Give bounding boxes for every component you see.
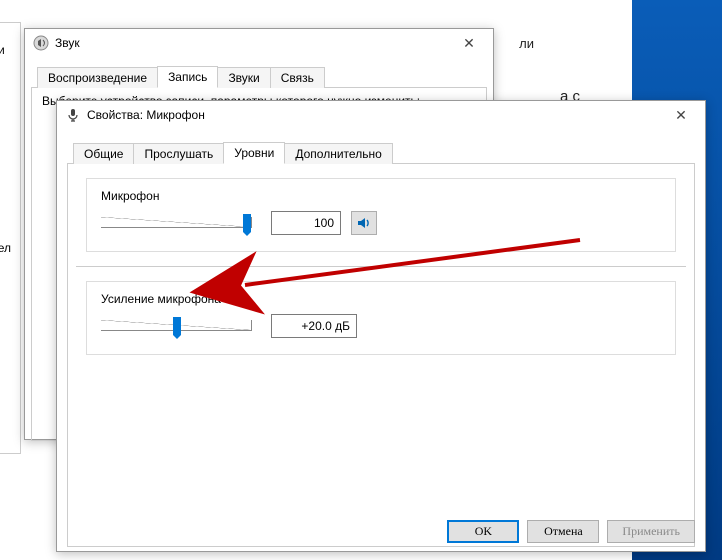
ok-button[interactable]: OK: [447, 520, 519, 543]
mic-level-value[interactable]: [271, 211, 341, 235]
tab-listen[interactable]: Прослушать: [133, 143, 224, 164]
mic-properties-window: Свойства: Микрофон ✕ Общие Прослушать Ур…: [56, 100, 706, 552]
mic-level-label: Микрофон: [101, 189, 661, 203]
apply-button[interactable]: Применить: [607, 520, 695, 543]
sound-tabs: Воспроизведение Запись Звуки Связь: [31, 65, 487, 88]
mic-props-tabs: Общие Прослушать Уровни Дополнительно: [67, 141, 695, 164]
background-page-fragment: и ател: [0, 22, 21, 454]
dialog-buttons: OK Отмена Применить: [447, 520, 695, 543]
mic-boost-group: Усиление микрофона: [86, 281, 676, 355]
cancel-button[interactable]: Отмена: [527, 520, 599, 543]
speaker-icon: [356, 215, 372, 231]
sound-close-button[interactable]: ✕: [453, 29, 485, 57]
sound-window-title: Звук: [55, 36, 80, 50]
microphone-icon: [65, 107, 81, 123]
tab-levels[interactable]: Уровни: [223, 142, 285, 164]
mic-boost-label: Усиление микрофона: [101, 292, 661, 306]
tab-communications[interactable]: Связь: [270, 67, 325, 88]
tab-recording[interactable]: Запись: [157, 66, 218, 88]
mic-boost-value[interactable]: [271, 314, 357, 338]
mic-props-title: Свойства: Микрофон: [87, 108, 205, 122]
section-divider: [76, 266, 686, 267]
mic-mute-button[interactable]: [351, 211, 377, 235]
tab-playback[interactable]: Воспроизведение: [37, 67, 158, 88]
mic-props-close-button[interactable]: ✕: [665, 101, 697, 129]
mic-props-titlebar[interactable]: Свойства: Микрофон ✕: [57, 101, 705, 129]
levels-tab-body: Микрофон: [67, 164, 695, 547]
mic-level-slider[interactable]: [101, 214, 261, 232]
sound-icon: [33, 35, 49, 51]
tab-general[interactable]: Общие: [73, 143, 134, 164]
sound-window-titlebar[interactable]: Звук ✕: [25, 29, 493, 57]
mic-boost-slider[interactable]: [101, 317, 261, 335]
mic-level-group: Микрофон: [86, 178, 676, 252]
tab-sounds[interactable]: Звуки: [217, 67, 270, 88]
tab-advanced[interactable]: Дополнительно: [284, 143, 392, 164]
